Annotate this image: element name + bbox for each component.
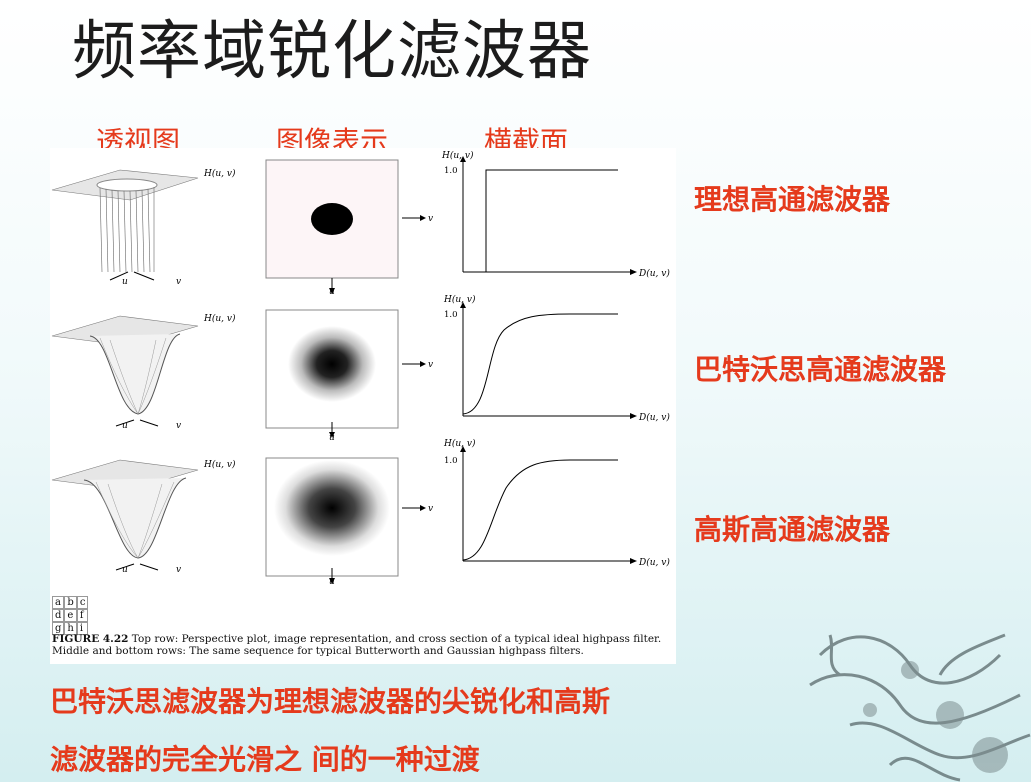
v-label: v <box>176 421 181 431</box>
cross-y-axis-label: H(u, v) <box>441 150 474 161</box>
perspective-axis-label: H(u, v) <box>203 313 236 324</box>
panel-tag: c <box>76 596 89 609</box>
ideal-filter-label: 理想高通滤波器 <box>694 183 891 216</box>
u-label: u <box>329 287 335 297</box>
cross-tick-label: 1.0 <box>444 310 458 320</box>
cross-tick-label: 1.0 <box>444 166 458 176</box>
cross-tick-label: 1.0 <box>444 456 458 466</box>
v-label: v <box>176 565 181 575</box>
cross-y-axis-label: H(u, v) <box>443 438 476 449</box>
butterworth-cross-section <box>460 302 637 419</box>
figure-graphics: H(u, v) H(u, v) H(u, v) u v u v u v v v … <box>51 150 670 587</box>
panel-tag: b <box>64 596 77 609</box>
panel-tag: d <box>52 609 65 622</box>
caption-figure-number: FIGURE 4.22 <box>52 633 129 645</box>
butterworth-image-representation <box>265 309 426 438</box>
panel-tag: e <box>64 609 77 622</box>
u-label: u <box>122 565 128 575</box>
cross-x-axis-label: D(u, v) <box>638 412 670 423</box>
summary-line-1: 巴特沃思滤波器为理想滤波器的尖锐化和高斯 <box>50 685 611 718</box>
butterworth-perspective-plot <box>51 315 199 427</box>
panel-grid: abc def ghi <box>52 596 89 635</box>
caption-text: Top row: Perspective plot, image represe… <box>52 633 662 657</box>
cross-x-axis-label: D(u, v) <box>638 557 670 568</box>
panel-tag: f <box>76 609 89 622</box>
ideal-cross-section <box>460 156 637 275</box>
page-title: 频率域锐化滤波器 <box>72 15 592 89</box>
figure-caption: FIGURE 4.22 Top row: Perspective plot, i… <box>52 633 672 657</box>
ideal-image-representation <box>265 159 426 294</box>
v-label: v <box>176 277 181 287</box>
butterworth-filter-label: 巴特沃思高通滤波器 <box>694 353 947 386</box>
filter-figure: H(u, v) H(u, v) H(u, v) u v u v u v v v … <box>50 148 676 664</box>
u-label: u <box>122 277 128 287</box>
v-label: v <box>428 504 433 514</box>
u-label: u <box>329 577 335 587</box>
panel-tag: a <box>52 596 65 609</box>
v-label: v <box>428 360 433 370</box>
u-label: u <box>122 421 128 431</box>
gaussian-perspective-plot <box>51 459 199 571</box>
gaussian-image-representation <box>265 457 426 584</box>
cross-x-axis-label: D(u, v) <box>638 268 670 279</box>
u-label: u <box>329 433 335 443</box>
cross-y-axis-label: H(u, v) <box>443 294 476 305</box>
ideal-perspective-plot <box>51 169 199 281</box>
dragon-decoration <box>809 633 1031 782</box>
summary-line-2: 滤波器的完全光滑之 间的一种过渡 <box>50 743 480 776</box>
perspective-axis-label: H(u, v) <box>203 168 236 179</box>
gaussian-cross-section <box>460 446 637 564</box>
v-label: v <box>428 214 433 224</box>
perspective-axis-label: H(u, v) <box>203 459 236 470</box>
gaussian-filter-label: 高斯高通滤波器 <box>694 513 891 546</box>
